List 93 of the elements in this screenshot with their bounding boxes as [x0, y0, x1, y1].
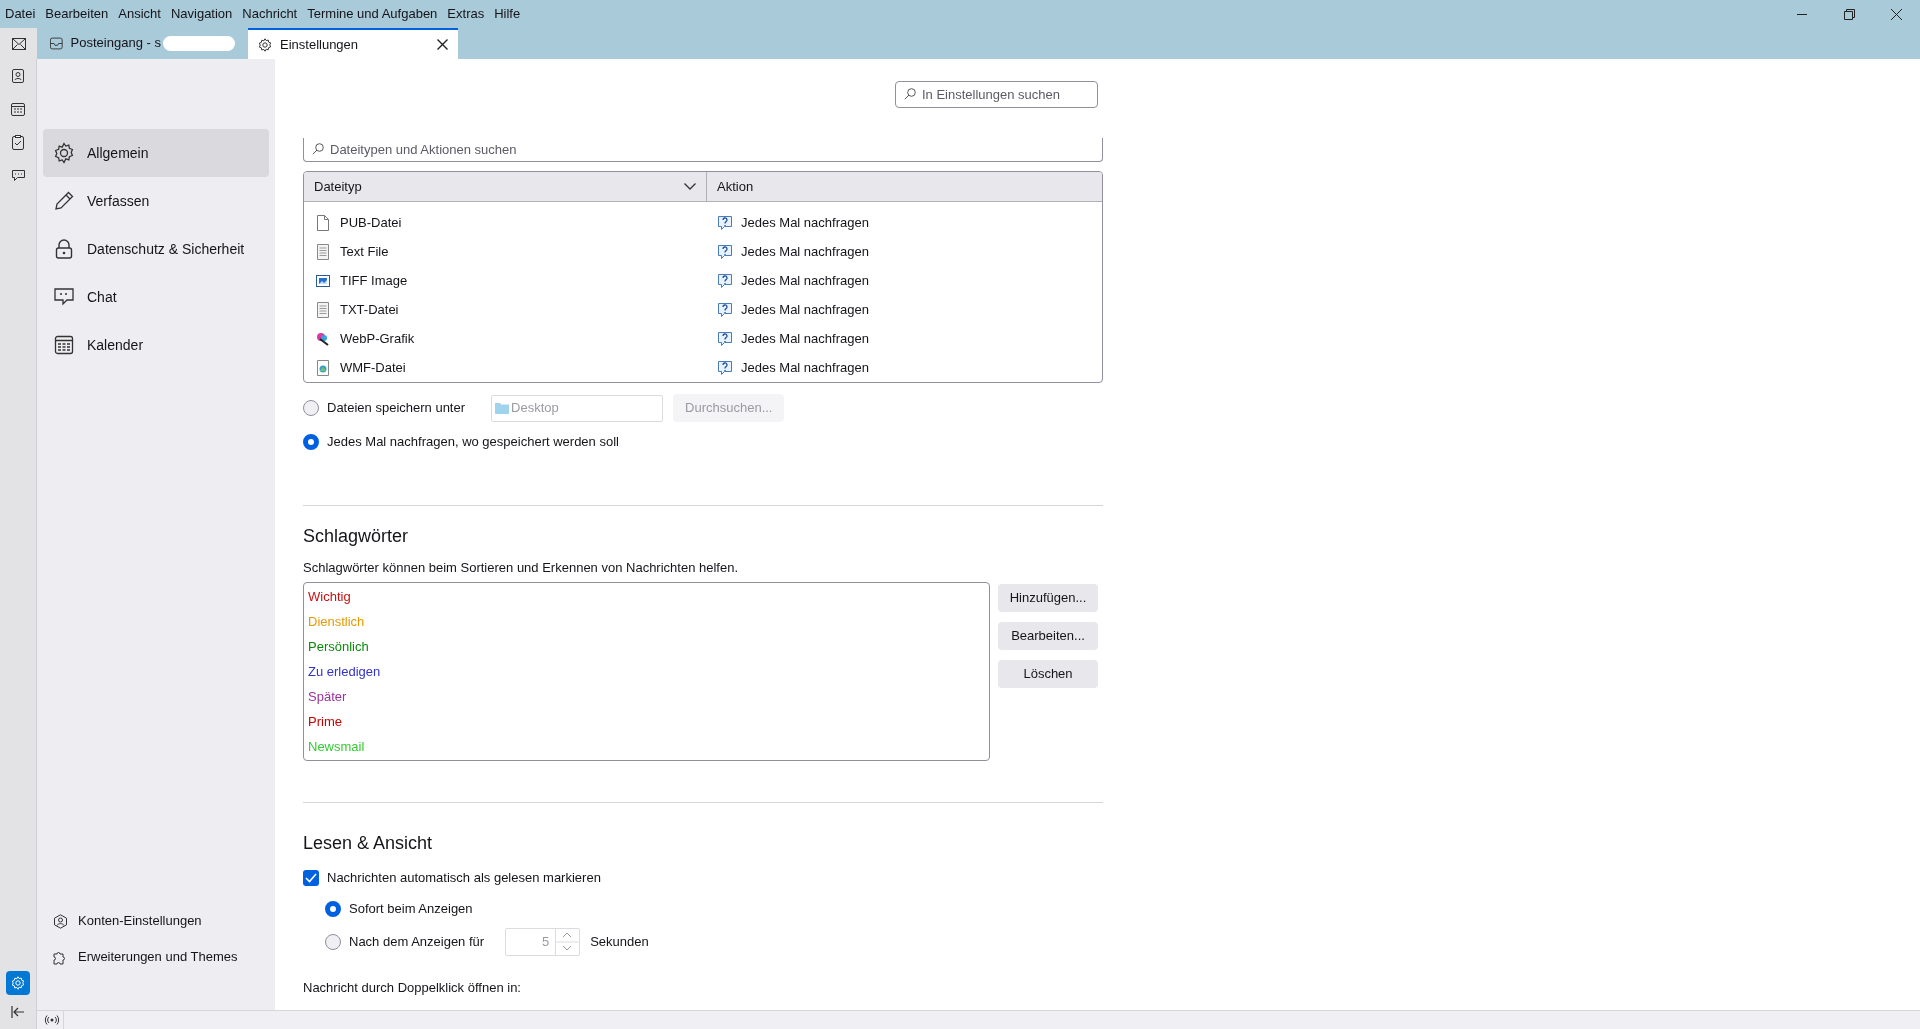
menu-item[interactable]: Hilfe: [489, 4, 526, 24]
tab[interactable]: Einstellungen: [248, 28, 458, 59]
table-cell-text: WMF-Datei: [340, 358, 406, 377]
graphic-file-icon: [317, 359, 329, 376]
paint-brush-icon: [316, 331, 330, 346]
table-cell-text: PUB-Datei: [340, 213, 402, 232]
radio-label: Sofort beim Anzeigen: [349, 899, 473, 918]
table-cell-text: Jedes Mal nachfragen: [741, 242, 869, 261]
sidebar-item[interactable]: Kalender: [43, 321, 269, 369]
table-cell-text: TIFF Image: [340, 271, 408, 290]
question-bubble-icon: [717, 359, 733, 376]
blank-file-icon: [317, 214, 329, 231]
gear-icon: [258, 37, 272, 52]
puzzle-icon: [53, 949, 68, 965]
tag-item[interactable]: Später: [304, 684, 989, 710]
section-heading: Schlagwörter: [303, 525, 410, 548]
restore-icon[interactable]: [1844, 8, 1855, 20]
sidebar-item[interactable]: Verfassen: [43, 177, 269, 225]
tag-button[interactable]: Bearbeiten...: [998, 621, 1098, 650]
tag-item[interactable]: Prime: [304, 709, 989, 735]
menu-item[interactable]: Datei: [0, 4, 41, 24]
question-bubble-icon: [717, 243, 733, 260]
radio-button[interactable]: [325, 900, 341, 917]
table-cell-text: Jedes Mal nachfragen: [741, 213, 869, 232]
table-cell-text: Text File: [340, 242, 389, 261]
option-label: Nachricht durch Doppelklick öffnen in:: [303, 978, 522, 997]
sidebar-item[interactable]: Chat: [43, 273, 269, 321]
unit-label: Sekunden: [590, 932, 649, 951]
search-field[interactable]: Dateitypen und Aktionen suchen: [303, 138, 1103, 162]
sidebar-item[interactable]: Datenschutz & Sicherheit: [43, 225, 269, 273]
chevron-down-icon: [684, 183, 696, 190]
mail-icon[interactable]: [11, 37, 26, 50]
account-icon: [53, 913, 68, 929]
sidebar-link[interactable]: Konten-Einstellungen: [53, 910, 269, 932]
column-label: Dateityp: [314, 177, 363, 196]
chat-icon: [53, 286, 75, 308]
column-header[interactable]: Aktion: [707, 172, 1102, 201]
sidebar-link[interactable]: Erweiterungen und Themes: [53, 946, 269, 968]
column-header-sort[interactable]: Dateityp: [304, 172, 707, 201]
checkbox-label: Nachrichten automatisch als gelesen markieren: [327, 868, 601, 887]
broadcast-icon[interactable]: [44, 1015, 60, 1025]
table-cell-text: Jedes Mal nachfragen: [741, 300, 869, 319]
clipboard-icon[interactable]: [11, 135, 25, 150]
collapse-icon[interactable]: [11, 1006, 25, 1018]
image-file-icon: [316, 274, 330, 287]
table-cell-text: Jedes Mal nachfragen: [741, 358, 869, 377]
search-icon: [312, 143, 324, 155]
menu-item[interactable]: Nachricht: [237, 4, 303, 24]
address-book-icon[interactable]: [11, 69, 25, 83]
description-text: Schlagwörter können beim Sortieren und Erkennen von Nachrichten helfen.: [303, 559, 740, 577]
folder-icon: [495, 402, 510, 414]
tag-item[interactable]: Zu erledigen: [304, 659, 989, 685]
lock-icon: [53, 238, 75, 260]
radio-label: Jedes Mal nachfragen, wo gespeichert werden soll: [327, 433, 619, 452]
question-bubble-icon: [717, 272, 733, 289]
table-cell-text: Jedes Mal nachfragen: [741, 271, 869, 290]
search-field[interactable]: In Einstellungen suchen: [895, 81, 1098, 108]
radio-label: Dateien speichern unter: [327, 399, 466, 418]
radio-label: Nach dem Anzeigen für: [349, 932, 485, 951]
text-file-icon: [317, 243, 329, 260]
menu-item[interactable]: Termine und Aufgaben: [302, 4, 443, 24]
tag-button[interactable]: Hinzufügen...: [998, 583, 1098, 612]
gear-icon: [11, 976, 25, 990]
tag-button[interactable]: Löschen: [998, 659, 1098, 688]
table-cell-text: WebP-Grafik: [340, 329, 415, 348]
question-bubble-icon: [717, 301, 733, 318]
settings-button[interactable]: [6, 971, 30, 995]
close-icon[interactable]: [1891, 8, 1902, 20]
calendar-icon[interactable]: [11, 102, 25, 116]
checkbox[interactable]: [303, 869, 319, 886]
menu-item[interactable]: Bearbeiten: [40, 4, 114, 24]
menu-item[interactable]: Ansicht: [113, 4, 166, 24]
question-bubble-icon: [717, 330, 733, 347]
tag-item[interactable]: Wichtig: [304, 584, 989, 610]
tag-item[interactable]: Persönlich: [304, 634, 989, 660]
sidebar-item[interactable]: Allgemein: [43, 129, 269, 177]
menu-item[interactable]: Navigation: [165, 4, 238, 24]
table-cell-text: Jedes Mal nachfragen: [741, 329, 869, 348]
text-file-icon: [317, 301, 329, 318]
inbox-icon: [50, 36, 63, 50]
tab-label: Posteingang - s: [70, 34, 161, 53]
search-icon: [904, 88, 916, 100]
question-bubble-icon: [717, 214, 733, 231]
close-icon[interactable]: [437, 39, 448, 50]
gear-icon: [53, 142, 75, 164]
section-heading: Lesen & Ansicht: [303, 831, 434, 855]
menu-item[interactable]: Extras: [442, 4, 490, 24]
calendar-icon: [53, 334, 75, 356]
tab-label: Einstellungen: [280, 35, 359, 54]
pencil-icon: [53, 190, 75, 212]
chat-icon[interactable]: [10, 169, 26, 183]
table-cell-text: TXT-Datei: [340, 300, 399, 319]
radio-button[interactable]: [325, 933, 341, 950]
